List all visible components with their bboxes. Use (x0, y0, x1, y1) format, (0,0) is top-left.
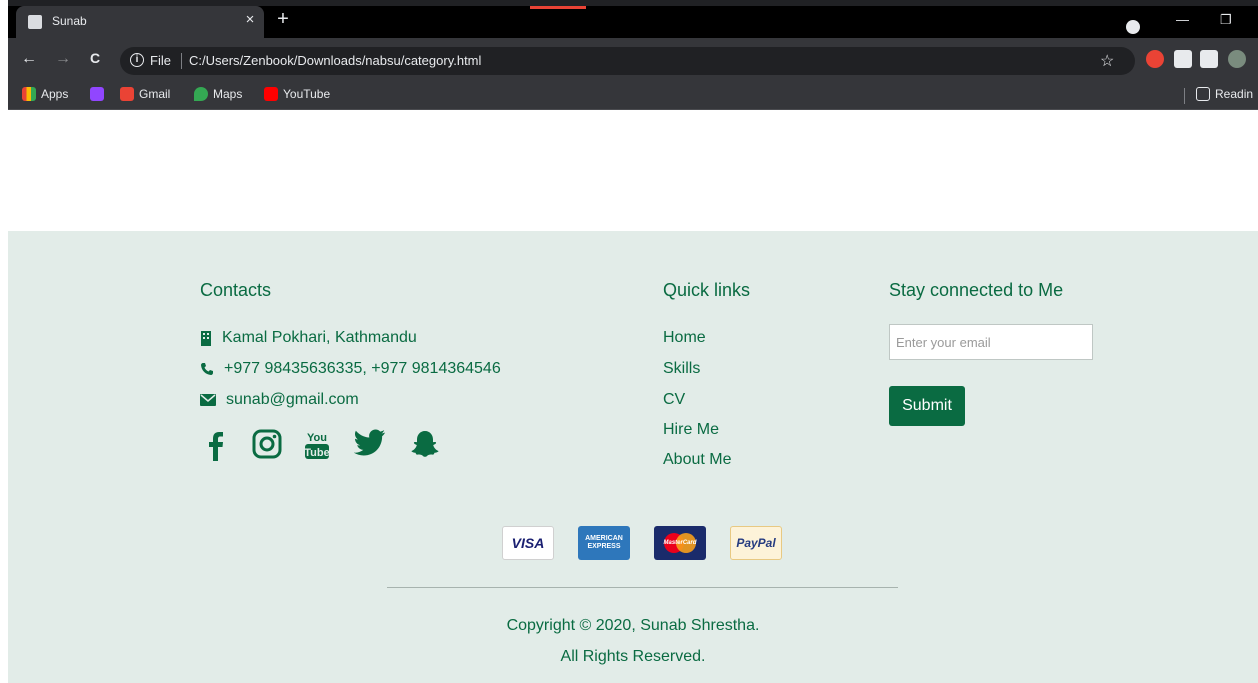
address-separator (181, 53, 182, 69)
bookmark-label: Apps (41, 87, 69, 101)
address-bar[interactable]: i File C:/Users/Zenbook/Downloads/nabsu/… (120, 47, 1135, 75)
apps-grid-icon (22, 87, 36, 101)
extension-video-icon[interactable] (1174, 50, 1192, 68)
bookmark-maps[interactable]: Maps (194, 87, 242, 101)
gmail-icon (120, 87, 134, 101)
bookmark-label: Gmail (139, 87, 171, 101)
tab-strip: Sunab × + — ❐ (8, 6, 1258, 38)
phone-icon (201, 363, 213, 375)
forward-button[interactable]: → (52, 50, 74, 68)
browser-chrome: Sunab × + — ❐ ← → C i File C:/Users/Zenb… (8, 0, 1258, 110)
contacts-title: Contacts (200, 280, 272, 300)
newsletter-title: Stay connected to Me (889, 280, 1064, 300)
profile-icon[interactable] (1126, 20, 1140, 34)
paypal-label: PayPal (736, 536, 776, 550)
footer-divider (387, 587, 898, 588)
visa-label: VISA (511, 535, 545, 551)
amex-card: AMERICAN EXPRESS (578, 526, 630, 560)
bookmark-star-icon[interactable]: ☆ (1100, 51, 1114, 71)
profile-avatar-icon[interactable] (1228, 50, 1246, 68)
email-field[interactable] (889, 324, 1093, 360)
mastercard-label: MasterCard (663, 540, 697, 546)
contact-address: Kamal Pokhari, Kathmandu (200, 329, 417, 347)
email-text: sunab@gmail.com (226, 391, 359, 408)
amex-label: AMERICAN EXPRESS (585, 535, 623, 550)
bookmark-label: YouTube (283, 87, 331, 101)
reload-button[interactable]: C (84, 50, 106, 66)
reading-list-button[interactable]: Readin (1196, 87, 1253, 101)
contact-phone: +977 98435636335, +977 9814364546 (200, 360, 501, 378)
youtube-icon (264, 87, 278, 101)
url-text[interactable]: C:/Users/Zenbook/Downloads/nabsu/categor… (189, 53, 481, 68)
bookmark-apps[interactable]: Apps (22, 87, 68, 101)
maps-icon (194, 87, 208, 101)
restore-button[interactable]: ❐ (1220, 12, 1232, 28)
bookmark-label: Maps (213, 87, 243, 101)
quick-link-about-me[interactable]: About Me (663, 451, 731, 469)
copyright-text: Copyright © 2020, Sunab Shrestha. (506, 617, 760, 634)
tab-close-icon[interactable]: × (240, 11, 260, 28)
address-text: Kamal Pokhari, Kathmandu (222, 329, 417, 346)
extension-red-icon[interactable] (1146, 50, 1164, 68)
new-tab-button[interactable]: + (270, 8, 296, 31)
paypal-card: PayPal (730, 526, 782, 560)
page-favicon-icon (28, 15, 42, 29)
bookmark-gmail[interactable]: Gmail (120, 87, 170, 101)
tab-title: Sunab (52, 14, 87, 28)
reading-list-icon (1196, 87, 1210, 101)
contact-email: sunab@gmail.com (200, 391, 359, 409)
rights-reserved-text: All Rights Reserved. (560, 648, 706, 665)
visa-card: VISA (502, 526, 554, 560)
quick-link-cv[interactable]: CV (663, 391, 685, 409)
back-button[interactable]: ← (18, 50, 40, 68)
snapchat-icon[interactable] (410, 429, 440, 459)
minimize-button[interactable]: — (1176, 12, 1189, 27)
browser-tab[interactable]: Sunab × (16, 6, 264, 38)
phone-text: +977 98435636335, +977 9814364546 (224, 360, 501, 377)
tab-accent-bar (530, 6, 586, 9)
bookmark-twitch[interactable] (90, 87, 104, 101)
bookmarks-separator (1184, 88, 1185, 104)
instagram-icon[interactable] (252, 429, 282, 459)
browser-toolbar: ← → C i File C:/Users/Zenbook/Downloads/… (8, 38, 1258, 82)
twitch-icon (90, 87, 104, 101)
reading-list-label: Readin (1215, 87, 1254, 101)
quick-link-home[interactable]: Home (663, 329, 706, 347)
bookmark-youtube[interactable]: YouTube (264, 87, 330, 101)
svg-text:Tube: Tube (304, 447, 329, 459)
quick-link-skills[interactable]: Skills (663, 360, 700, 378)
svg-text:You: You (307, 432, 327, 444)
envelope-icon (200, 394, 216, 406)
bookmarks-bar: Apps Gmail Maps YouTube Readin (8, 82, 1258, 110)
file-scheme-label: File (150, 53, 171, 68)
extensions-puzzle-icon[interactable] (1200, 50, 1218, 68)
youtube-icon[interactable]: You Tube (304, 429, 330, 461)
facebook-icon[interactable] (208, 429, 224, 461)
site-info-icon[interactable]: i (130, 53, 144, 67)
twitter-icon[interactable] (354, 429, 386, 457)
quick-links-title: Quick links (663, 280, 751, 300)
building-icon (201, 330, 211, 346)
submit-button[interactable]: Submit (889, 386, 965, 426)
quick-link-hire-me[interactable]: Hire Me (663, 421, 719, 439)
mastercard-card: MasterCard (654, 526, 706, 560)
site-footer: Contacts Kamal Pokhari, Kathmandu +977 9… (8, 231, 1258, 683)
